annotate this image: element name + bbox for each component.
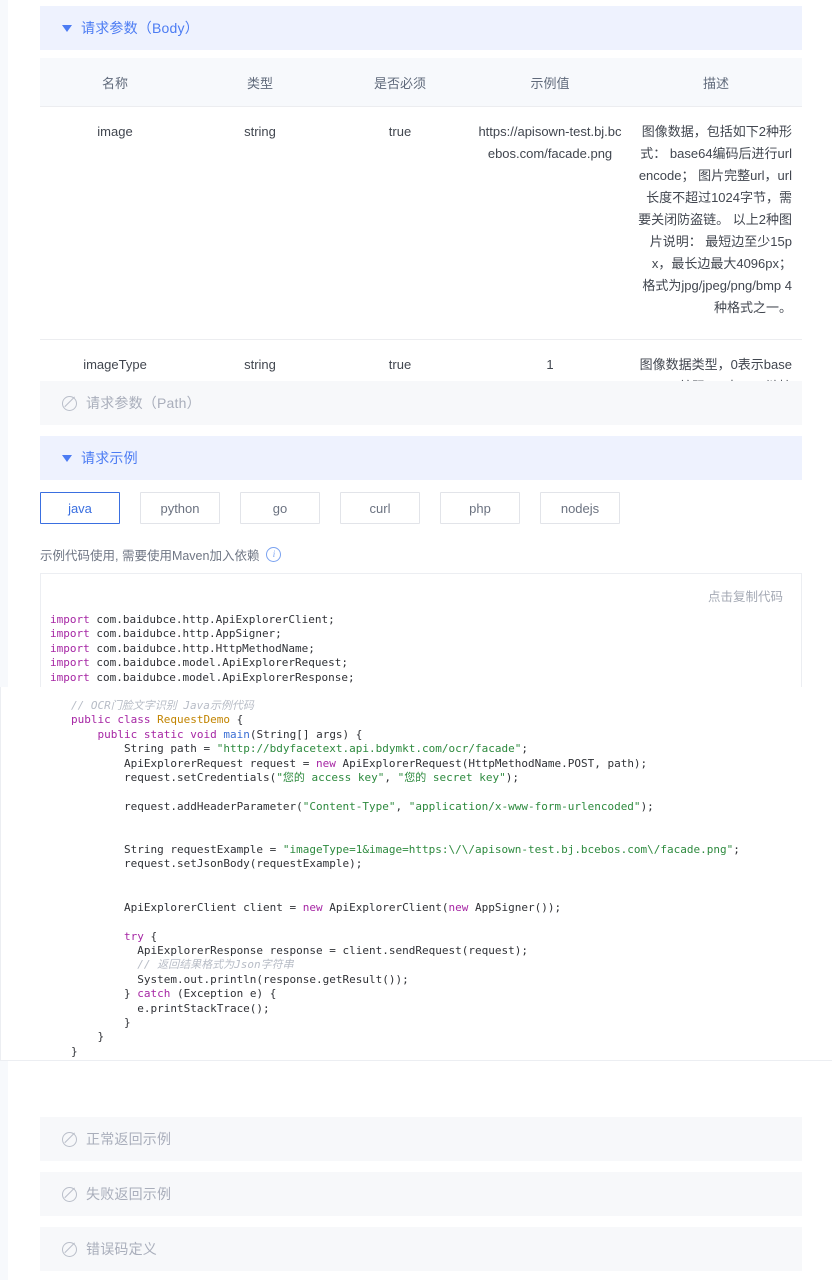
section-header-request-example[interactable]: 请求示例: [40, 436, 802, 480]
cell-param-example: https://apisown-test.bj.bcebos.com/facad…: [470, 106, 630, 340]
section-header-success-example[interactable]: 正常返回示例: [40, 1117, 802, 1161]
ban-icon: [62, 1241, 77, 1257]
code-sample-java[interactable]: // OCR门脸文字识别 Java示例代码 public class Reque…: [71, 699, 740, 1059]
tab-nodejs[interactable]: nodejs: [540, 492, 620, 524]
column-header-desc: 描述: [630, 58, 802, 107]
cell-param-type: string: [190, 106, 330, 340]
code-panel-body: // OCR门脸文字识别 Java示例代码 public class Reque…: [0, 687, 832, 1061]
cell-param-name: image: [40, 106, 190, 340]
info-icon[interactable]: i: [266, 547, 282, 562]
section-label-failure-example: 失败返回示例: [86, 1186, 172, 1202]
section-label-body-params: 请求参数（Body）: [81, 20, 199, 36]
section-header-failure-example[interactable]: 失败返回示例: [40, 1172, 802, 1216]
copy-code-button[interactable]: 点击复制代码: [708, 586, 783, 605]
body-params-table: 名称 类型 是否必须 示例值 描述 image string true http…: [40, 58, 802, 419]
ban-icon: [62, 1131, 77, 1147]
column-header-name: 名称: [40, 58, 190, 107]
code-imports-block: import com.baidubce.http.ApiExplorerClie…: [50, 613, 355, 684]
section-label-success-example: 正常返回示例: [86, 1131, 172, 1147]
column-header-required: 是否必须: [330, 58, 470, 107]
section-label-error-codes: 错误码定义: [86, 1241, 157, 1257]
code-panel-imports: 点击复制代码 import com.baidubce.http.ApiExplo…: [40, 573, 802, 687]
language-tab-list: java python go curl php nodejs: [40, 492, 620, 524]
section-label-request-example: 请求示例: [81, 450, 138, 466]
ban-icon: [62, 395, 77, 411]
cell-param-required: true: [330, 106, 470, 340]
triangle-down-icon: [62, 24, 72, 32]
ban-icon: [62, 1186, 77, 1202]
column-header-type: 类型: [190, 58, 330, 107]
table-row: image string true https://apisown-test.b…: [40, 106, 802, 340]
section-header-body-params[interactable]: 请求参数（Body）: [40, 6, 802, 50]
tab-php[interactable]: php: [440, 492, 520, 524]
section-label-path-params: 请求参数（Path）: [86, 395, 201, 411]
left-rail: [0, 0, 8, 1280]
column-header-example: 示例值: [470, 58, 630, 107]
tab-java[interactable]: java: [40, 492, 120, 524]
cell-param-description: 图像数据，包括如下2种形式： base64编码后进行urlencode； 图片完…: [630, 106, 802, 340]
tab-go[interactable]: go: [240, 492, 320, 524]
section-header-path-params[interactable]: 请求参数（Path）: [40, 381, 802, 425]
tab-python[interactable]: python: [140, 492, 220, 524]
tab-curl[interactable]: curl: [340, 492, 420, 524]
api-doc-page: 请求参数（Body） 名称 类型 是否必须 示例值 描述 image strin…: [0, 0, 832, 1280]
triangle-down-icon: [62, 454, 72, 462]
table-header-row: 名称 类型 是否必须 示例值 描述: [40, 58, 802, 107]
maven-hint-text: 示例代码使用, 需要使用Maven加入依赖: [40, 549, 260, 563]
section-header-error-codes[interactable]: 错误码定义: [40, 1227, 802, 1271]
maven-dependency-hint: 示例代码使用, 需要使用Maven加入依赖 i: [40, 545, 282, 564]
